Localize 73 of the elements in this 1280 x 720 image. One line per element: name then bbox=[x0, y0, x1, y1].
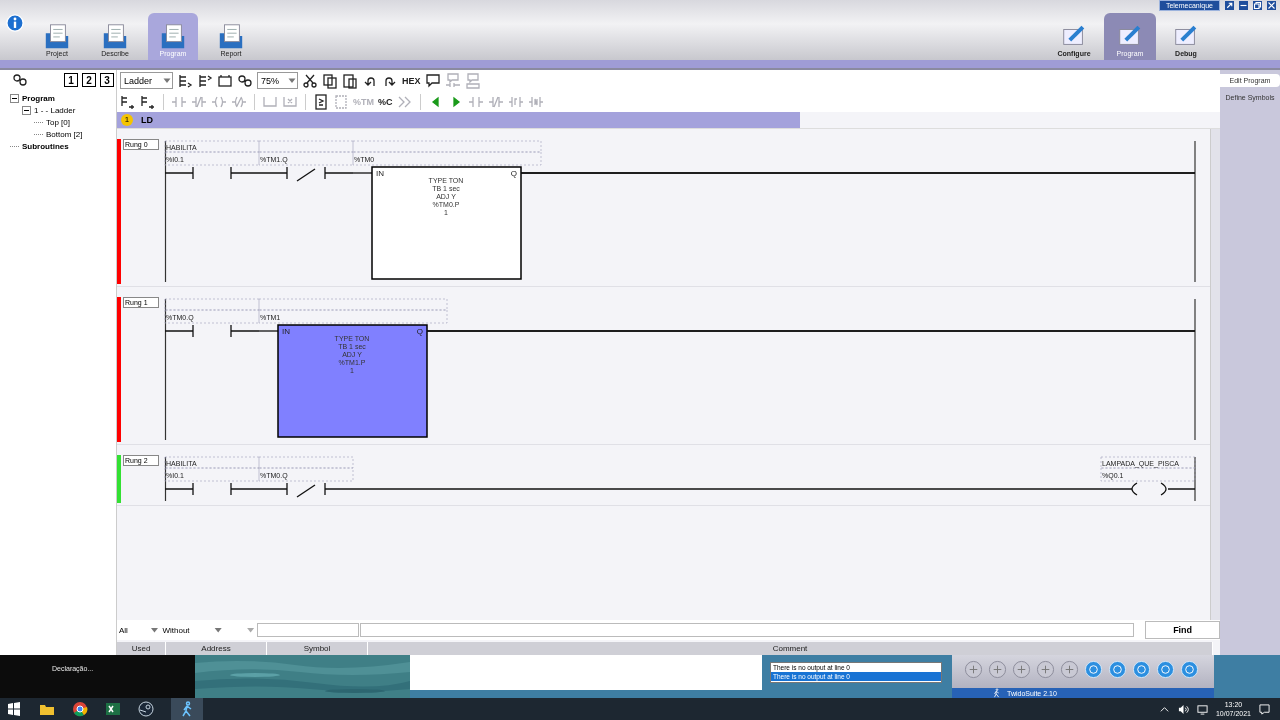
scrollbar[interactable] bbox=[1210, 129, 1220, 620]
timer-block[interactable] bbox=[371, 166, 522, 280]
browser-icon[interactable] bbox=[72, 701, 88, 717]
dropdown[interactable]: Ladder bbox=[120, 72, 173, 89]
level-button[interactable]: 1 bbox=[64, 73, 78, 87]
wire bbox=[352, 172, 373, 174]
pin-label: IN bbox=[376, 169, 384, 178]
folder-icon[interactable] bbox=[159, 22, 187, 50]
block-icon[interactable] bbox=[217, 72, 233, 89]
cut-icon[interactable] bbox=[302, 72, 318, 89]
link-icon[interactable] bbox=[237, 72, 253, 89]
round-tool-icon[interactable] bbox=[988, 660, 1007, 679]
maximize-icon[interactable] bbox=[1253, 1, 1262, 10]
column-header[interactable]: Comment bbox=[368, 642, 1213, 655]
normally-open-contact[interactable] bbox=[164, 482, 260, 496]
comment-icon[interactable] bbox=[424, 72, 441, 89]
running-figure-icon bbox=[992, 688, 1002, 698]
column-header[interactable]: Symbol bbox=[267, 642, 368, 655]
dropdown[interactable]: 75% bbox=[257, 72, 298, 89]
speaker-icon[interactable] bbox=[1177, 703, 1189, 715]
folder-icon[interactable] bbox=[217, 22, 245, 50]
expander-icon[interactable] bbox=[22, 105, 31, 115]
rung-icon[interactable] bbox=[177, 72, 193, 89]
toolbar-button[interactable]: %C bbox=[378, 96, 393, 107]
normally-closed-contact[interactable] bbox=[258, 166, 354, 182]
normally-open-contact[interactable] bbox=[164, 166, 260, 180]
rung-icon[interactable] bbox=[197, 72, 213, 89]
insert-rung-icon[interactable] bbox=[140, 93, 156, 110]
section-number: 1 bbox=[121, 114, 133, 126]
tree-item[interactable]: Top [0] bbox=[46, 117, 70, 127]
level-button[interactable]: 3 bbox=[100, 73, 114, 87]
round-tool-icon[interactable] bbox=[964, 660, 983, 679]
tree-item[interactable]: Subroutines bbox=[22, 141, 69, 151]
tree-item[interactable]: Program bbox=[22, 93, 55, 103]
link-icon[interactable] bbox=[12, 72, 28, 88]
monitor-icon[interactable] bbox=[1196, 703, 1208, 715]
column-header[interactable]: Used bbox=[117, 642, 166, 655]
pin-label: Q bbox=[510, 169, 517, 178]
find-button[interactable]: Find bbox=[1145, 621, 1220, 639]
section-label: LD bbox=[141, 115, 153, 125]
toolbar-button[interactable]: HEX bbox=[402, 75, 421, 86]
insert-rung-icon[interactable] bbox=[120, 93, 136, 110]
normally-open-contact[interactable] bbox=[164, 324, 260, 338]
round-tool-icon[interactable] bbox=[1036, 660, 1055, 679]
filter-field[interactable] bbox=[256, 623, 359, 637]
tree-item[interactable]: Bottom [2] bbox=[46, 129, 83, 139]
minimize-icon[interactable] bbox=[1239, 1, 1248, 10]
round-tool-icon[interactable] bbox=[1012, 660, 1031, 679]
notification-icon[interactable] bbox=[1259, 703, 1270, 715]
search-field[interactable] bbox=[359, 623, 1135, 637]
timer-block[interactable] bbox=[277, 324, 428, 438]
folder-icon[interactable] bbox=[43, 22, 71, 50]
restore-arrow-icon[interactable] bbox=[1225, 1, 1234, 10]
power-rail bbox=[164, 456, 167, 502]
copy-icon[interactable] bbox=[322, 72, 338, 89]
folder-icon[interactable] bbox=[101, 22, 129, 50]
compare-block-icon[interactable] bbox=[313, 93, 329, 110]
coil[interactable] bbox=[1131, 482, 1196, 496]
paste-icon[interactable] bbox=[342, 72, 358, 89]
tree-item[interactable]: 1 - - Ladder bbox=[34, 105, 76, 115]
info-icon[interactable] bbox=[6, 14, 24, 32]
pin-label: Q bbox=[416, 327, 423, 336]
round-tool-icon[interactable] bbox=[1060, 660, 1079, 679]
start-icon[interactable] bbox=[6, 701, 22, 717]
expander-icon[interactable] bbox=[10, 93, 19, 103]
normally-closed-contact[interactable] bbox=[258, 482, 354, 498]
column-header[interactable]: Address bbox=[166, 642, 267, 655]
spreadsheet-icon[interactable] bbox=[105, 701, 121, 717]
wire bbox=[258, 330, 279, 332]
level-button[interactable]: 2 bbox=[82, 73, 96, 87]
close-icon[interactable] bbox=[1267, 1, 1276, 10]
pin-label: IN bbox=[282, 327, 290, 336]
running-figure-icon[interactable] bbox=[171, 698, 203, 720]
